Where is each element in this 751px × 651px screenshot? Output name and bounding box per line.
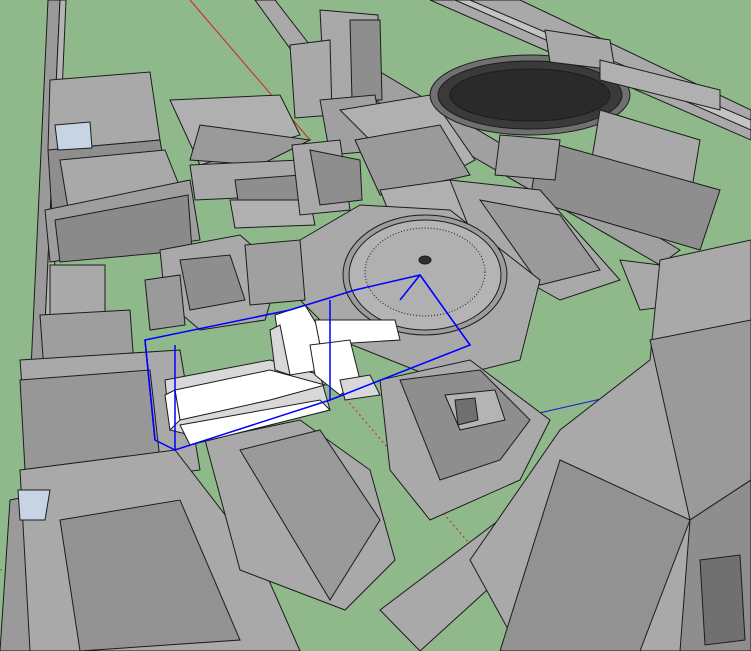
model-viewport[interactable]	[0, 0, 751, 651]
